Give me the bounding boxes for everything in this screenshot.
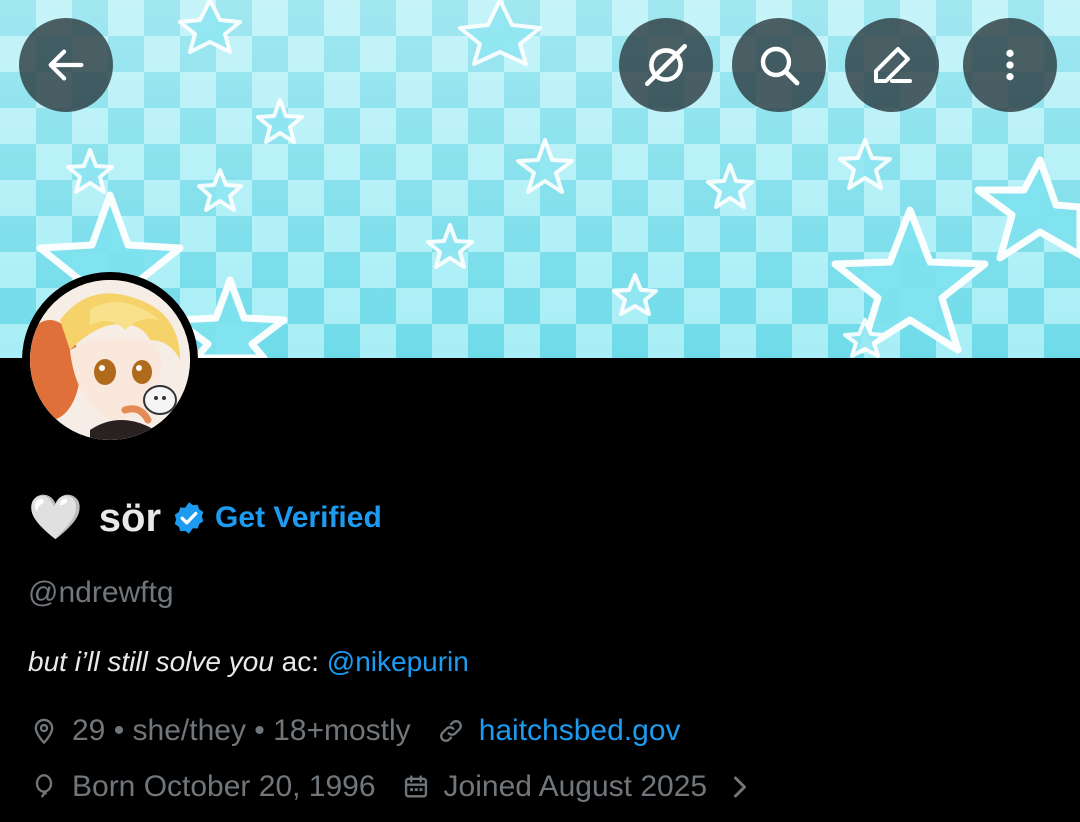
bio-mention-link[interactable]: @nikepurin: [327, 646, 469, 677]
search-icon: [760, 46, 800, 86]
joined-text: Joined August 2025: [443, 770, 708, 803]
bio-text-italic: but i’ll still solve you: [28, 646, 274, 677]
back-button[interactable]: [19, 18, 113, 112]
display-name: sör: [98, 495, 162, 540]
meta-row-location: 29 • she/they • 18+mostly haitchsbed.gov: [30, 714, 681, 748]
calendar-icon: [404, 775, 427, 798]
link-icon: [439, 720, 462, 742]
born-text: Born October 20, 1996: [72, 770, 376, 803]
bio: but i’ll still solve you ac: @nikepurin: [28, 646, 469, 678]
edit-button[interactable]: [845, 18, 939, 112]
location-text: 29 • she/they • 18+mostly: [72, 714, 411, 747]
grok-icon: [644, 43, 688, 87]
chevron-right-icon[interactable]: [729, 772, 751, 802]
get-verified-link[interactable]: Get Verified: [215, 501, 382, 535]
verified-badge-icon[interactable]: [171, 500, 207, 536]
grok-button[interactable]: [619, 18, 713, 112]
avatar-image: [30, 280, 190, 440]
avatar[interactable]: [22, 272, 198, 448]
bio-text: ac:: [273, 646, 327, 677]
arrow-left-icon: [48, 49, 84, 81]
name-row: 🤍 sör Get Verified: [28, 490, 382, 546]
more-vertical-icon: [1006, 49, 1014, 81]
edit-icon: [874, 47, 912, 83]
search-button[interactable]: [732, 18, 826, 112]
more-options-button[interactable]: [963, 18, 1057, 112]
heart-emoji: 🤍: [28, 493, 83, 542]
website-link[interactable]: haitchsbed.gov: [479, 714, 681, 748]
location-pin-icon: [34, 718, 54, 745]
balloon-icon: [35, 774, 53, 798]
meta-row-dates: Born October 20, 1996 Joined August 2025: [30, 770, 751, 804]
handle: @ndrewftg: [28, 576, 174, 609]
